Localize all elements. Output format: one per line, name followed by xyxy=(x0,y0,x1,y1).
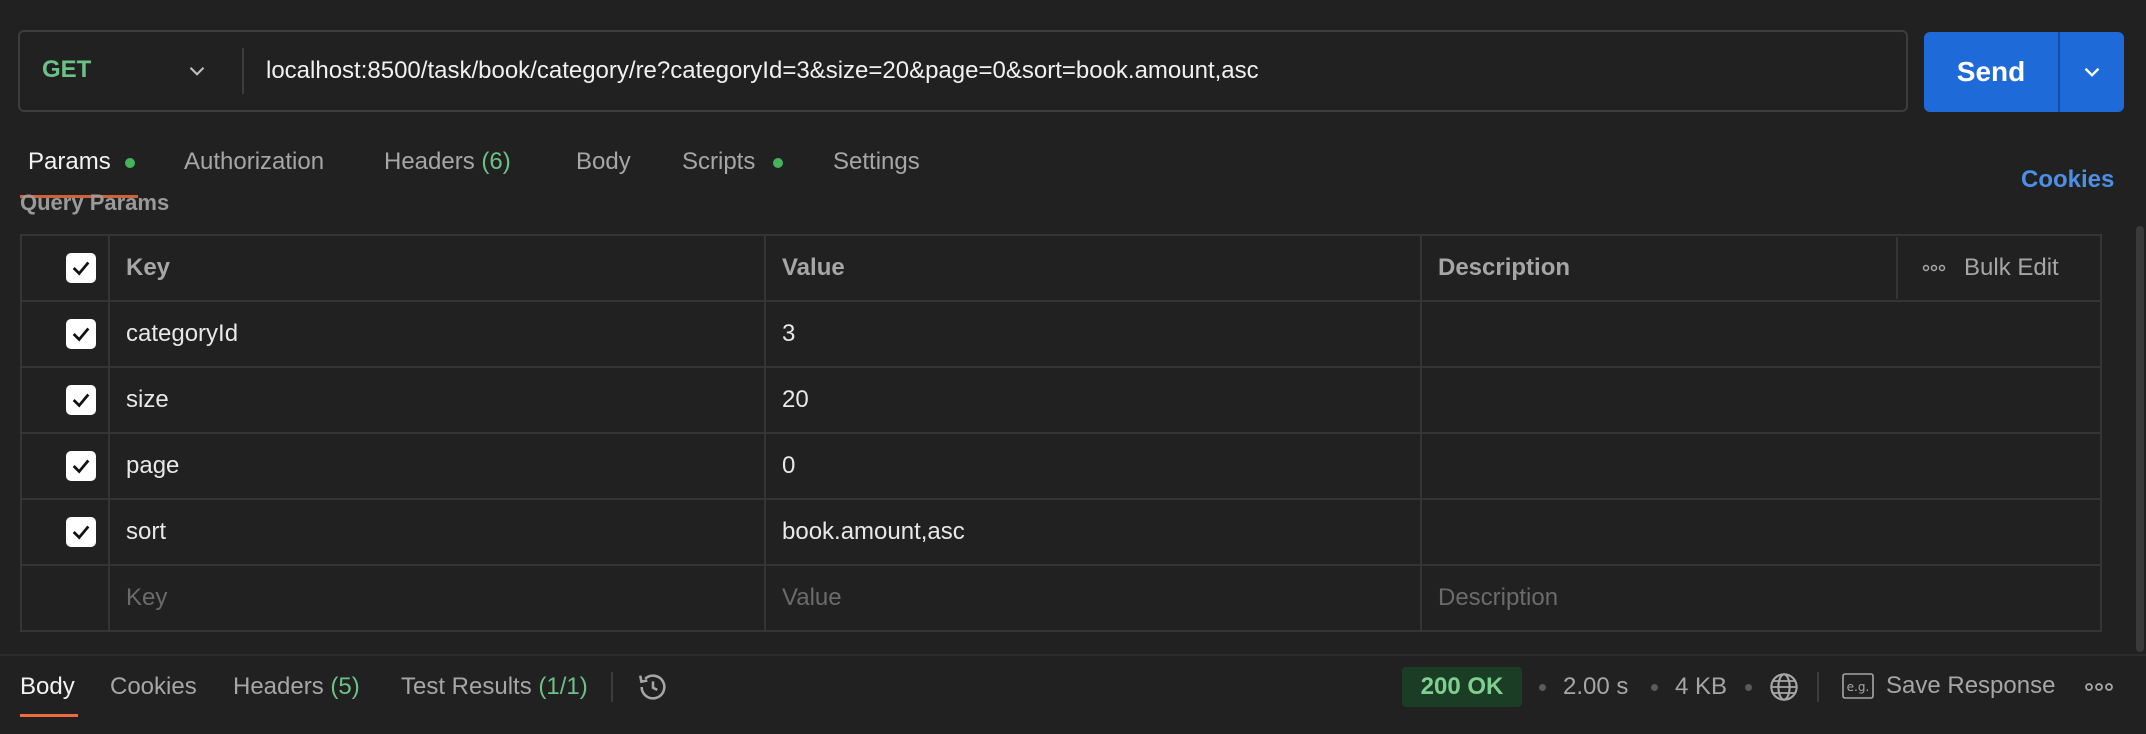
meta-bullet xyxy=(1539,684,1546,691)
checkbox-checked-icon xyxy=(72,459,90,474)
tab-body[interactable]: Body xyxy=(576,148,631,176)
tab-settings[interactable]: Settings xyxy=(833,148,920,176)
checkbox-checked-icon xyxy=(72,525,90,540)
response-time[interactable]: 2.00 s xyxy=(1563,673,1628,701)
table-row: size 20 xyxy=(20,366,2102,434)
checkbox-checked-icon xyxy=(72,393,90,408)
description-column-header: Description xyxy=(1438,254,1571,281)
meta-separator xyxy=(1817,672,1819,702)
row-checkbox-cell xyxy=(20,300,110,368)
bulk-edit-button[interactable]: Bulk Edit xyxy=(1898,254,2059,282)
row-checkbox-cell xyxy=(20,498,110,566)
tab-authorization-label: Authorization xyxy=(184,148,325,175)
method-selector[interactable]: GET xyxy=(20,32,240,110)
response-divider xyxy=(0,654,2146,656)
scripts-indicator-dot xyxy=(773,158,783,168)
new-param-row: Key Value Description xyxy=(20,564,2102,632)
tab-headers-label: Headers xyxy=(384,148,475,175)
response-tab-body[interactable]: Body xyxy=(20,673,75,701)
response-tab-cookies[interactable]: Cookies xyxy=(110,673,197,701)
tab-scripts[interactable]: Scripts xyxy=(682,148,755,176)
param-value-cell[interactable]: book.amount,asc xyxy=(764,498,1422,566)
table-row: page 0 xyxy=(20,432,2102,500)
param-description-cell[interactable] xyxy=(1420,432,2102,500)
table-row: categoryId 3 xyxy=(20,300,2102,368)
url-input[interactable]: localhost:8500/task/book/category/re?cat… xyxy=(266,57,1259,85)
query-params-title: Query Params xyxy=(20,190,170,215)
param-value-cell[interactable]: 3 xyxy=(764,300,1422,368)
tab-authorization[interactable]: Authorization xyxy=(184,148,324,176)
param-description-cell[interactable] xyxy=(1420,366,2102,434)
response-tab-test-results[interactable]: Test Results (1/1) xyxy=(401,673,588,701)
scrollbar[interactable] xyxy=(2136,226,2144,652)
tab-scripts-label: Scripts xyxy=(682,148,756,175)
param-key-cell[interactable]: categoryId xyxy=(108,300,766,368)
response-active-underline xyxy=(20,714,78,717)
method-label: GET xyxy=(42,56,92,83)
table-header-row: Key Value Description Bulk Edit xyxy=(20,234,2102,302)
tab-settings-label: Settings xyxy=(833,148,920,175)
row-checkbox-cell xyxy=(20,432,110,500)
request-url-bar: GET localhost:8500/task/book/category/re… xyxy=(18,30,1908,112)
param-value-cell[interactable]: 20 xyxy=(764,366,1422,434)
row-checkbox-cell xyxy=(20,366,110,434)
value-column-header: Value xyxy=(764,234,1422,302)
send-options-button[interactable] xyxy=(2058,32,2124,112)
key-column-header: Key xyxy=(108,234,766,302)
svg-text:e.g.: e.g. xyxy=(1847,680,1870,694)
send-button[interactable]: Send xyxy=(1924,32,2058,112)
chevron-down-icon xyxy=(189,66,205,76)
description-column-header-cell: Description Bulk Edit xyxy=(1420,234,2102,302)
param-value-cell[interactable]: 0 xyxy=(764,432,1422,500)
example-icon: e.g. xyxy=(1842,673,1874,699)
tab-headers[interactable]: Headers (6) xyxy=(384,148,511,176)
status-badge[interactable]: 200 OK xyxy=(1402,667,1522,707)
tab-params-label: Params xyxy=(28,148,111,175)
tab-headers-count: (6) xyxy=(481,148,511,175)
row-checkbox[interactable] xyxy=(66,319,96,349)
checkbox-checked-icon xyxy=(72,327,90,342)
query-params-table: Key Value Description Bulk Edit category… xyxy=(20,234,2102,632)
response-tab-test-results-count: (1/1) xyxy=(538,673,588,700)
response-tab-headers-label: Headers xyxy=(233,673,324,700)
param-key-cell[interactable]: size xyxy=(108,366,766,434)
row-checkbox[interactable] xyxy=(66,517,96,547)
param-description-cell[interactable] xyxy=(1420,300,2102,368)
globe-icon[interactable] xyxy=(1768,671,1800,703)
new-description-input[interactable]: Description xyxy=(1420,564,2102,632)
chevron-down-icon xyxy=(2084,67,2100,77)
param-key-cell[interactable]: page xyxy=(108,432,766,500)
bulk-edit-label: Bulk Edit xyxy=(1964,254,2059,281)
table-row: sort book.amount,asc xyxy=(20,498,2102,566)
response-tab-headers[interactable]: Headers (5) xyxy=(233,673,360,701)
response-tab-headers-count: (5) xyxy=(330,673,360,700)
response-tabs-separator xyxy=(611,672,613,702)
more-icon xyxy=(1922,264,1946,272)
response-size[interactable]: 4 KB xyxy=(1675,673,1727,701)
new-value-input[interactable]: Value xyxy=(764,564,1422,632)
meta-bullet xyxy=(1745,684,1752,691)
history-icon[interactable] xyxy=(636,670,670,704)
empty-checkbox-cell xyxy=(20,564,110,632)
meta-bullet xyxy=(1651,684,1658,691)
cookies-link[interactable]: Cookies xyxy=(2021,166,2114,194)
method-url-divider xyxy=(242,48,244,94)
select-all-cell xyxy=(20,234,110,302)
tab-params[interactable]: Params xyxy=(28,148,111,176)
select-all-checkbox[interactable] xyxy=(66,253,96,283)
new-key-input[interactable]: Key xyxy=(108,564,766,632)
checkbox-checked-icon xyxy=(72,261,90,276)
param-key-cell[interactable]: sort xyxy=(108,498,766,566)
param-description-cell[interactable] xyxy=(1420,498,2102,566)
more-icon[interactable] xyxy=(2084,680,2114,694)
params-indicator-dot xyxy=(125,158,135,168)
save-response-button[interactable]: e.g. Save Response xyxy=(1842,672,2055,700)
tab-body-label: Body xyxy=(576,148,631,175)
save-response-label: Save Response xyxy=(1886,672,2056,699)
row-checkbox[interactable] xyxy=(66,385,96,415)
response-tab-test-results-label: Test Results xyxy=(401,673,532,700)
row-checkbox[interactable] xyxy=(66,451,96,481)
